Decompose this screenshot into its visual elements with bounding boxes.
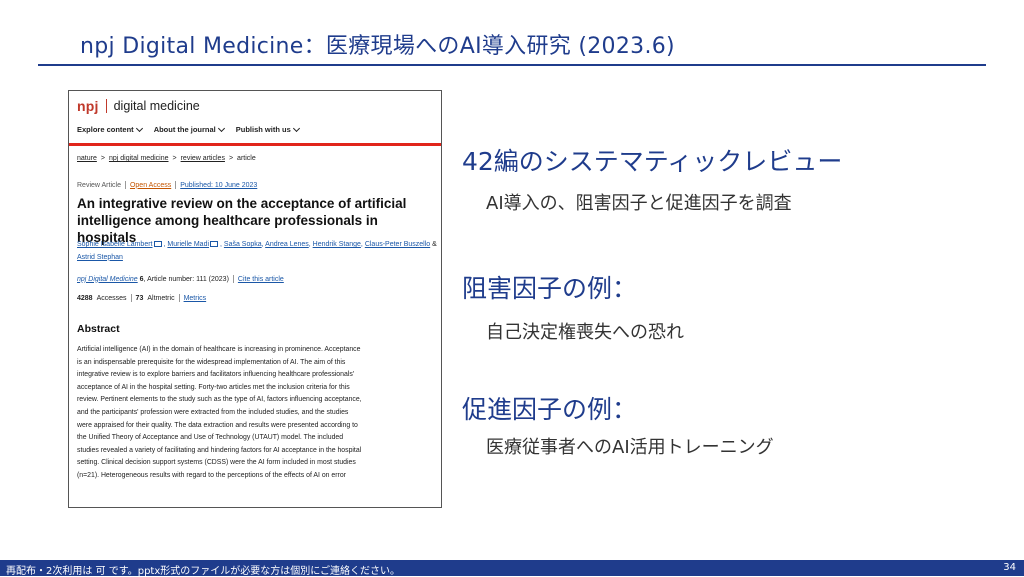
- meta-divider: [130, 294, 132, 302]
- breadcrumb-nature[interactable]: nature: [77, 155, 97, 162]
- author-list: Sophie Isabelle Lambert, Murielle Madi, …: [77, 241, 437, 261]
- altmetric-label: Altmetric: [147, 294, 175, 302]
- author-link[interactable]: Murielle Madi: [167, 241, 209, 248]
- nav-about-journal[interactable]: About the journal: [154, 124, 225, 134]
- nav-explore-content[interactable]: Explore content: [77, 124, 143, 134]
- breadcrumb-review-articles[interactable]: review articles: [181, 155, 225, 162]
- author-conjunction: &: [432, 241, 437, 248]
- article-type: Review Article: [77, 181, 121, 189]
- author-link[interactable]: Astrid Stephan: [77, 254, 123, 261]
- title-divider: [38, 64, 986, 66]
- altmetric-count: 73: [135, 294, 144, 302]
- nav-publish-with-us[interactable]: Publish with us: [236, 124, 300, 134]
- article-screenshot: npj digital medicine Explore content Abo…: [68, 90, 442, 508]
- breadcrumb: nature > npj digital medicine > review art…: [77, 155, 256, 162]
- abstract-line: (n=21). Heterogeneous results with regar…: [77, 471, 346, 479]
- author-link[interactable]: Saša Sopka: [224, 241, 262, 248]
- metrics-row: 4288 Accesses 73 Altmetric Metrics: [77, 294, 206, 302]
- chevron-down-icon: [135, 124, 143, 133]
- abstract-line: acceptance of AI in the hospital setting…: [77, 383, 350, 391]
- journal-link[interactable]: npj Digital Medicine: [77, 276, 138, 283]
- article-number: , Article number: 111 (2023): [143, 275, 229, 283]
- accesses-count: 4288: [77, 294, 93, 302]
- point-heading-review: 42編のシステマティックレビュー: [462, 147, 843, 176]
- meta-divider: [232, 275, 234, 283]
- citation: npj Digital Medicine 6, Article number: …: [77, 276, 229, 283]
- meta-divider: [178, 294, 180, 302]
- slide-title: npj Digital Medicine：医療現場へのAI導入研究 (2023.…: [80, 34, 675, 59]
- citation-row: npj Digital Medicine 6, Article number: …: [77, 275, 284, 283]
- npj-logo: npj: [77, 98, 99, 114]
- abstract-line: integrative review is to explore barrier…: [77, 371, 355, 379]
- brand-divider: [105, 99, 107, 113]
- mail-icon[interactable]: [210, 241, 219, 248]
- published-date[interactable]: Published: 10 June 2023: [180, 182, 257, 189]
- breadcrumb-separator: >: [100, 155, 105, 162]
- author-link[interactable]: Andrea Lenes: [265, 241, 309, 248]
- cite-this-article-link[interactable]: Cite this article: [238, 276, 284, 283]
- breadcrumb-current: article: [237, 155, 256, 162]
- abstract-line: setting. Clinical decision support syste…: [77, 459, 356, 467]
- abstract-line: were appraised for their quality. The da…: [77, 421, 358, 429]
- author-link[interactable]: Sophie Isabelle Lambert: [77, 241, 153, 248]
- point-heading-barriers: 阻害因子の例：: [462, 274, 638, 303]
- author-link[interactable]: Hendrik Stange: [313, 241, 361, 248]
- chevron-down-icon: [217, 124, 225, 133]
- header-divider: [69, 143, 441, 146]
- abstract-line: Artificial intelligence (AI) in the doma…: [77, 346, 361, 353]
- page-number: 34: [1003, 562, 1016, 573]
- journal-name: digital medicine: [113, 99, 200, 113]
- abstract-line: review. Pertinent elements to the study …: [77, 396, 362, 404]
- point-heading-facilitators: 促進因子の例：: [462, 395, 638, 424]
- abstract-line: is an indispensable prerequisite for the…: [77, 358, 346, 366]
- abstract-line: the Unified Theory of Acceptance and Use…: [77, 434, 344, 442]
- journal-brand: npj digital medicine: [77, 95, 200, 117]
- meta-divider: [124, 181, 126, 189]
- abstract-line: studies revealed a variety of facilitati…: [77, 446, 362, 454]
- article-meta: Review Article Open Access Published: 10…: [77, 181, 257, 189]
- author-link[interactable]: Claus-Peter Buszello: [365, 241, 430, 248]
- breadcrumb-journal[interactable]: npj digital medicine: [109, 155, 169, 162]
- abstract-body: Artificial intelligence (AI) in the doma…: [77, 344, 437, 483]
- accesses-label: Accesses: [96, 294, 127, 302]
- journal-nav: Explore content About the journal Publis…: [77, 124, 300, 134]
- point-detail-facilitators: 医療従事者へのAI活用トレーニング: [486, 437, 774, 458]
- abstract-heading: Abstract: [77, 323, 120, 335]
- point-detail-barriers: 自己決定権喪失への恐れ: [486, 322, 684, 343]
- point-detail-review: AI導入の、阻害因子と促進因子を調査: [486, 193, 792, 214]
- meta-divider: [175, 181, 177, 189]
- abstract-line: and the participants' profession were ex…: [77, 408, 349, 416]
- chevron-down-icon: [292, 124, 300, 133]
- mail-icon[interactable]: [153, 241, 162, 248]
- footer-note: 再配布・2次利用は 可 です。pptx形式のファイルが必要な方は個別にご連絡くだ…: [6, 566, 401, 577]
- metrics-link[interactable]: Metrics: [184, 295, 207, 302]
- open-access-link[interactable]: Open Access: [130, 182, 171, 189]
- breadcrumb-separator: >: [228, 155, 234, 162]
- breadcrumb-separator: >: [172, 155, 177, 162]
- slide-footer: 再配布・2次利用は 可 です。pptx形式のファイルが必要な方は個別にご連絡くだ…: [0, 560, 1024, 577]
